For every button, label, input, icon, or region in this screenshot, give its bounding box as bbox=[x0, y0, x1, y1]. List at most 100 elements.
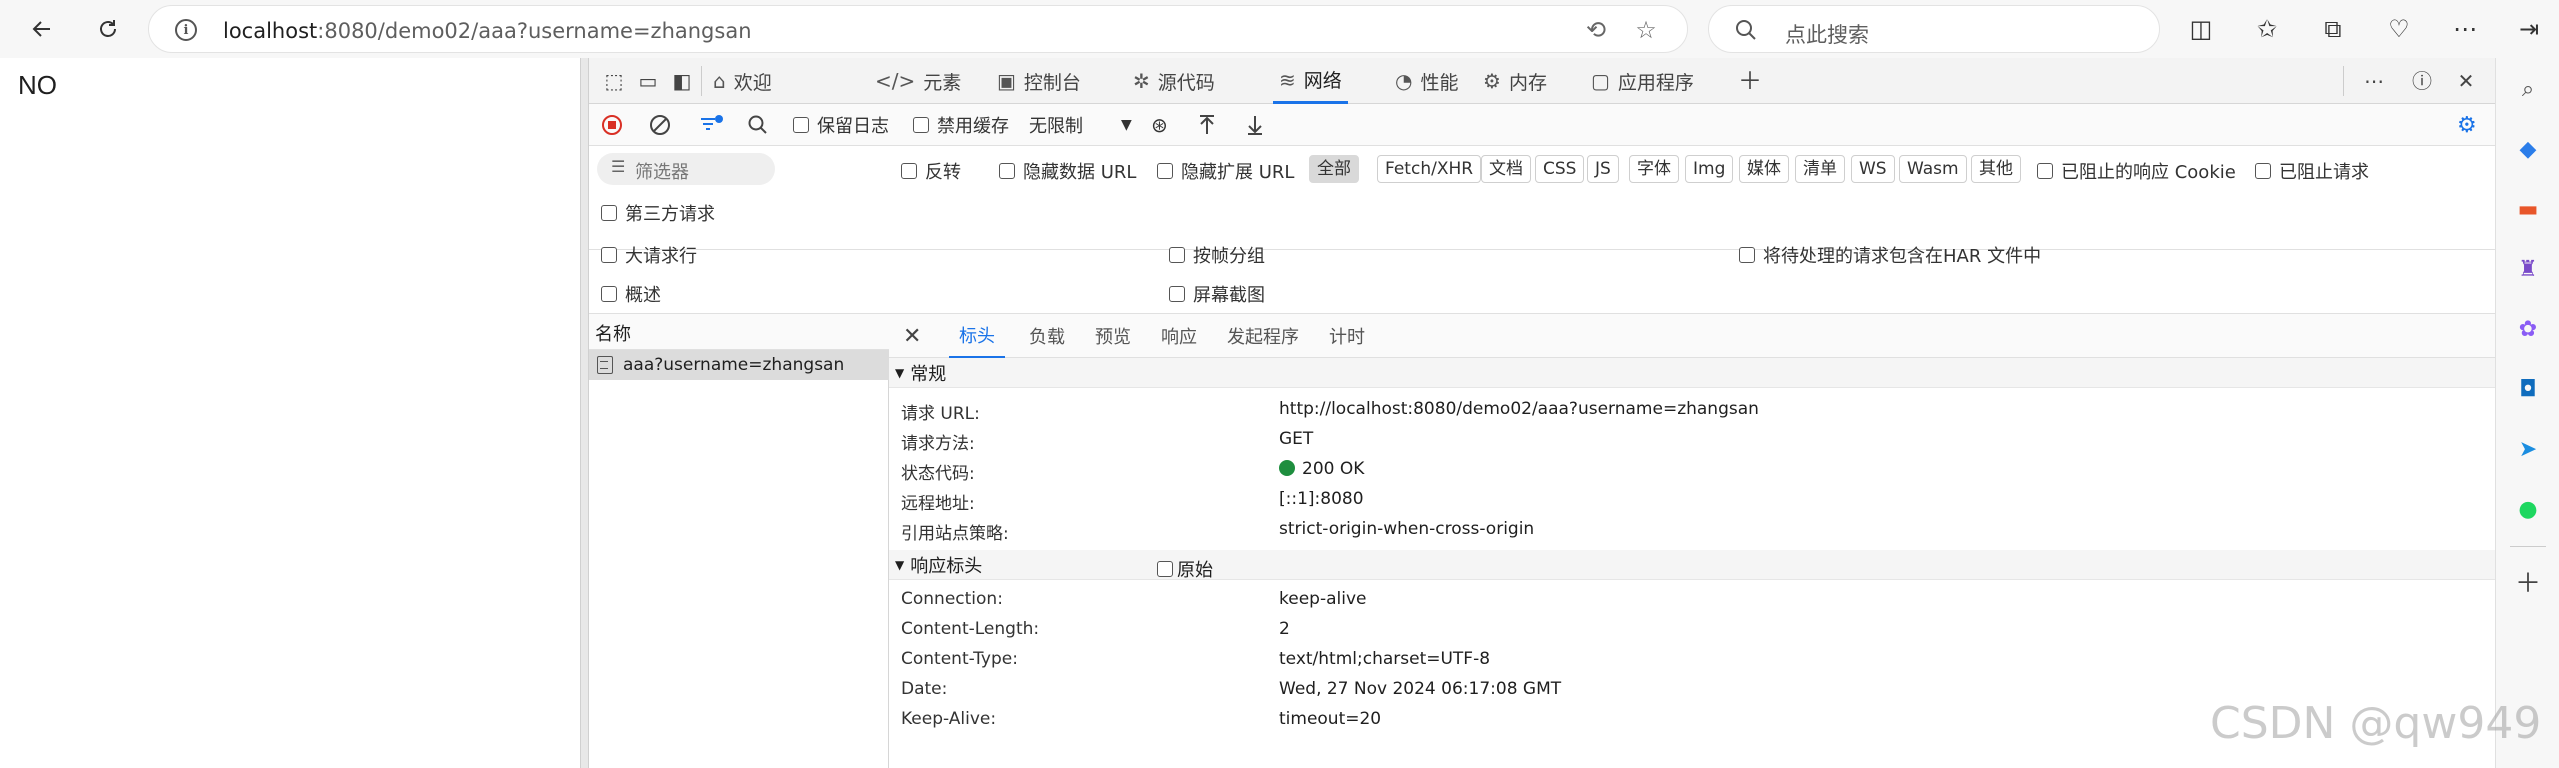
back-button[interactable] bbox=[22, 9, 62, 49]
tab-performance[interactable]: ◔ 性能 bbox=[1395, 58, 1458, 104]
hide-extension-url-checkbox[interactable]: 隐藏扩展 URL bbox=[1157, 158, 1294, 184]
hide-data-url-checkbox[interactable]: 隐藏数据 URL bbox=[999, 158, 1136, 184]
search-box[interactable]: 点此搜索 bbox=[1708, 5, 2160, 53]
record-button[interactable] bbox=[601, 110, 623, 140]
tab-elements[interactable]: </> 元素 bbox=[875, 58, 961, 104]
invert-checkbox[interactable]: 反转 bbox=[901, 158, 961, 184]
wifi-icon: ≋ bbox=[1279, 67, 1296, 92]
tab-welcome[interactable]: ⌂ 欢迎 bbox=[713, 58, 772, 104]
search-sidebar-icon[interactable]: ⌕ bbox=[2510, 72, 2546, 108]
tab-initiator[interactable]: 发起程序 bbox=[1227, 314, 1299, 358]
site-info-icon[interactable]: i bbox=[175, 19, 197, 41]
filter-toggle-button[interactable] bbox=[699, 110, 725, 140]
favorites-icon[interactable]: ✩ bbox=[2250, 12, 2284, 46]
extensions-heart-icon[interactable]: ♡ bbox=[2382, 12, 2416, 46]
status-ok-dot-icon bbox=[1279, 460, 1295, 476]
toolbox-icon[interactable]: ▬ bbox=[2510, 192, 2546, 228]
chip-all[interactable]: 全部 bbox=[1309, 155, 1359, 183]
tab-response[interactable]: 响应 bbox=[1161, 314, 1197, 358]
more-menu-icon[interactable]: ⋯ bbox=[2448, 12, 2482, 46]
group-by-frame-checkbox[interactable]: 按帧分组 bbox=[1169, 242, 1265, 268]
split-screen-icon[interactable]: ◫ bbox=[2184, 12, 2218, 46]
screenshots-checkbox[interactable]: 屏幕截图 bbox=[1169, 281, 1265, 307]
chess-icon[interactable]: ♜ bbox=[2510, 252, 2546, 288]
chip-manifest[interactable]: 清单 bbox=[1795, 155, 1845, 183]
general-key: 远程地址: bbox=[901, 494, 975, 514]
copilot-icon[interactable]: ✿ bbox=[2510, 312, 2546, 348]
tab-memory[interactable]: ⚙ 内存 bbox=[1483, 58, 1547, 104]
favorite-star-icon[interactable]: ☆ bbox=[1633, 17, 1659, 43]
chip-css[interactable]: CSS bbox=[1535, 155, 1585, 183]
device-emulation-icon[interactable]: ▭ bbox=[633, 66, 663, 96]
general-key: 请求 URL: bbox=[901, 404, 980, 424]
add-sidebar-app-icon[interactable]: ＋ bbox=[2510, 566, 2546, 602]
close-devtools-icon[interactable]: ✕ bbox=[2451, 66, 2481, 96]
filter-input[interactable]: ☰ 筛选器 bbox=[597, 153, 775, 185]
tab-payload[interactable]: 负载 bbox=[1029, 314, 1065, 358]
disable-cache-checkbox[interactable]: 禁用缓存 bbox=[913, 110, 1009, 140]
clear-button[interactable] bbox=[649, 110, 671, 140]
divider bbox=[2343, 66, 2344, 96]
refresh-icon bbox=[100, 20, 116, 37]
tab-network[interactable]: ≋ 网络 bbox=[1273, 58, 1348, 104]
translate-icon[interactable]: ⟲ bbox=[1583, 17, 1609, 43]
sidebar-toggle-icon[interactable]: ⇥ bbox=[2512, 12, 2546, 46]
refresh-button[interactable] bbox=[88, 9, 128, 49]
overview-checkbox[interactable]: 概述 bbox=[601, 281, 661, 307]
chip-media[interactable]: 媒体 bbox=[1739, 155, 1789, 183]
spotify-icon[interactable]: ● bbox=[2510, 492, 2546, 528]
import-har-icon[interactable] bbox=[1197, 110, 1217, 140]
network-conditions-icon[interactable]: ⊛ bbox=[1151, 110, 1168, 140]
more-options-icon[interactable]: ⋯ bbox=[2359, 66, 2389, 96]
browser-toolbar: i localhost:8080/demo02/aaa?username=zha… bbox=[0, 0, 2559, 58]
table-row[interactable]: aaa?username=zhangsan bbox=[589, 350, 889, 380]
close-detail-icon[interactable]: ✕ bbox=[903, 314, 921, 358]
inspect-icon[interactable]: ⬚ bbox=[599, 66, 629, 96]
app-icon: ▢ bbox=[1591, 69, 1610, 93]
header-value: timeout=20 bbox=[1279, 709, 1382, 729]
throttle-select[interactable]: 无限制 ▼ bbox=[1029, 110, 1132, 140]
raw-headers-checkbox[interactable]: 原始 bbox=[1157, 556, 1213, 582]
chip-ws[interactable]: WS bbox=[1851, 155, 1895, 183]
tab-sources[interactable]: ✲ 源代码 bbox=[1133, 58, 1215, 104]
chip-js[interactable]: JS bbox=[1587, 155, 1619, 183]
url-text[interactable]: localhost:8080/demo02/aaa?username=zhang… bbox=[223, 19, 752, 43]
tab-application[interactable]: ▢ 应用程序 bbox=[1591, 58, 1694, 104]
address-bar[interactable]: i localhost:8080/demo02/aaa?username=zha… bbox=[148, 5, 1688, 53]
export-har-icon[interactable] bbox=[1245, 110, 1265, 140]
add-tab-icon[interactable]: ＋ bbox=[1735, 66, 1765, 96]
help-icon[interactable]: ⓘ bbox=[2407, 66, 2437, 96]
big-request-rows-checkbox[interactable]: 大请求行 bbox=[601, 242, 697, 268]
divider bbox=[2510, 546, 2546, 547]
chip-wasm[interactable]: Wasm bbox=[1899, 155, 1967, 183]
tab-timing[interactable]: 计时 bbox=[1329, 314, 1365, 358]
chip-other[interactable]: 其他 bbox=[1971, 155, 2021, 183]
chip-font[interactable]: 字体 bbox=[1629, 155, 1679, 183]
bug-icon: ✲ bbox=[1133, 69, 1150, 93]
network-settings-gear-icon[interactable]: ⚙ bbox=[2457, 110, 2477, 140]
chip-fetch-xhr[interactable]: Fetch/XHR bbox=[1377, 155, 1482, 183]
search-network-button[interactable] bbox=[747, 110, 769, 140]
preserve-log-checkbox[interactable]: 保留日志 bbox=[793, 110, 889, 140]
tab-console[interactable]: ▣ 控制台 bbox=[997, 58, 1081, 104]
dock-icon[interactable]: ◧ bbox=[667, 66, 697, 96]
collections-icon[interactable]: ⧉ bbox=[2316, 12, 2350, 46]
blocked-requests-checkbox[interactable]: 已阻止请求 bbox=[2255, 158, 2369, 184]
send-icon[interactable]: ➤ bbox=[2510, 432, 2546, 468]
devtools-splitter[interactable] bbox=[580, 58, 588, 768]
section-general[interactable]: ▼ 常规 bbox=[889, 358, 2496, 388]
section-response-headers[interactable]: ▼ 响应标头 原始 bbox=[889, 550, 2496, 582]
column-header-name[interactable]: 名称 bbox=[589, 314, 889, 350]
third-party-checkbox[interactable]: 第三方请求 bbox=[601, 200, 715, 226]
tab-headers[interactable]: 标头 bbox=[949, 314, 1005, 358]
tag-icon[interactable]: ◆ bbox=[2510, 132, 2546, 168]
pending-har-checkbox[interactable]: 将待处理的请求包含在HAR 文件中 bbox=[1739, 242, 2041, 268]
tab-preview[interactable]: 预览 bbox=[1095, 314, 1131, 358]
blocked-cookies-checkbox[interactable]: 已阻止的响应 Cookie bbox=[2037, 158, 2236, 184]
chip-img[interactable]: Img bbox=[1685, 155, 1734, 183]
chip-doc[interactable]: 文档 bbox=[1481, 155, 1531, 183]
clear-icon bbox=[650, 115, 670, 135]
request-list: 名称 aaa?username=zhangsan bbox=[589, 314, 889, 768]
triangle-down-icon: ▼ bbox=[895, 365, 905, 380]
outlook-icon[interactable]: ◘ bbox=[2510, 372, 2546, 408]
